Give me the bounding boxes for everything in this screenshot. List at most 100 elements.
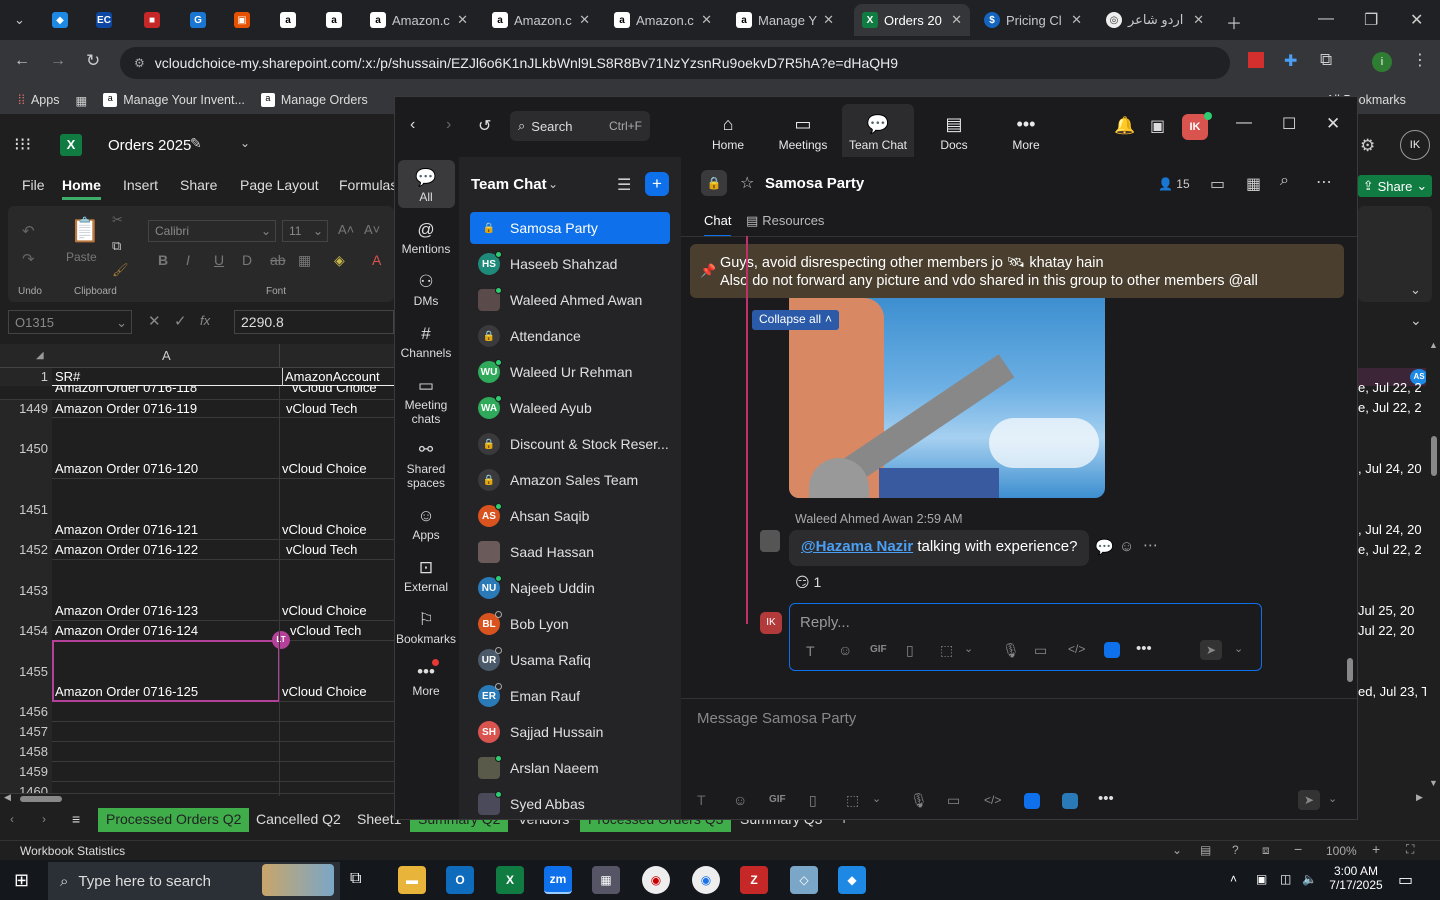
cell-order[interactable]: Amazon Order 0716-123 (55, 603, 279, 618)
volume-icon[interactable]: 🔈 (1302, 872, 1317, 886)
network-icon[interactable]: ▣ (1256, 872, 1267, 886)
bookmark-apps[interactable]: ⁞⁞ Apps (18, 93, 59, 107)
chat-title[interactable]: Samosa Party (765, 175, 864, 192)
cell-date[interactable]: Jul 25, 20 (1358, 603, 1414, 618)
close-window-icon[interactable]: ✕ (1410, 10, 1423, 30)
app-icon[interactable] (1062, 793, 1078, 809)
channel-item[interactable]: 🔒 Discount & Stock Reser... (470, 428, 670, 460)
channel-item[interactable]: AS Ahsan Saqib (470, 500, 670, 532)
rail-external[interactable]: ⊡ External (395, 558, 457, 594)
select-all-icon[interactable]: ◢ (36, 350, 44, 361)
cell-date[interactable]: e, Jul 22, 2 (1358, 400, 1422, 415)
microphone-icon[interactable]: 🎙 (1002, 642, 1020, 659)
filter-icon[interactable]: ☰ (617, 175, 631, 195)
tab-pinned[interactable]: a (318, 4, 352, 36)
site-info-icon[interactable]: ⚙ (134, 56, 145, 70)
redo-icon[interactable]: ↷ (22, 250, 35, 268)
cancel-formula-icon[interactable]: ✕ (148, 312, 161, 330)
scroll-right-icon[interactable]: ▶ (1416, 792, 1423, 803)
sender-avatar[interactable] (760, 530, 780, 552)
screenshot-icon[interactable]: ⬚ (940, 642, 953, 659)
task-view-icon[interactable]: ⧉ (350, 870, 361, 888)
sensitivity-icon[interactable]: ✎ (190, 135, 202, 152)
panel-title[interactable]: Team Chat (471, 176, 547, 193)
emoji-icon[interactable]: ☺ (838, 642, 852, 658)
video-clip-icon[interactable]: ▭ (947, 792, 960, 809)
rail-dms[interactable]: ⚇ DMs (395, 272, 457, 308)
close-icon[interactable]: ✕ (1193, 12, 1204, 28)
expand-formula-icon[interactable]: ⌄ (1410, 312, 1422, 329)
fullscreen-icon[interactable]: ⛶ (1406, 842, 1414, 857)
chevron-down-icon[interactable]: ⌄ (1410, 282, 1421, 298)
format-painter-icon[interactable]: 🖌 (112, 262, 129, 278)
channel-item[interactable]: SH Sajjad Hussain (470, 716, 670, 748)
scroll-thumb[interactable] (1431, 436, 1437, 476)
send-icon[interactable]: ➤ (1200, 640, 1222, 660)
chevron-down-icon[interactable]: ⌄ (1328, 792, 1337, 805)
chevron-down-icon[interactable]: ⌄ (1234, 642, 1243, 655)
close-icon[interactable]: ✕ (951, 12, 962, 28)
rail-channels[interactable]: # Channels (395, 324, 457, 360)
channel-item[interactable]: UR Usama Rafiq (470, 644, 670, 676)
channel-item[interactable]: 🔒 Samosa Party (470, 212, 670, 244)
vertical-scrollbar[interactable]: ▲ ▼ (1428, 340, 1440, 790)
ribbon-tab-share[interactable]: Share (180, 177, 217, 193)
calendar-icon[interactable]: ▦ (1246, 174, 1261, 194)
search-input[interactable]: ⌕ Search Ctrl+F (510, 111, 650, 141)
italic-icon[interactable]: I (186, 252, 190, 268)
font-size-select[interactable]: 11 ⌄ (282, 220, 328, 242)
underline-icon[interactable]: U (214, 252, 224, 268)
video-clip-icon[interactable]: ▭ (1034, 642, 1047, 659)
ribbon-tab-insert[interactable]: Insert (123, 177, 158, 193)
bell-icon[interactable]: 🔔 (1114, 116, 1135, 136)
header-cell-sr[interactable]: SR# (55, 368, 279, 386)
chevron-down-icon[interactable]: ⌄ (548, 177, 558, 191)
channel-item[interactable]: ER Eman Rauf (470, 680, 670, 712)
outlook-icon[interactable]: O (446, 866, 474, 894)
sheet-tab[interactable]: Processed Orders Q2 (98, 808, 250, 832)
chevron-down-icon[interactable]: ⌄ (964, 642, 973, 655)
rail-bookmarks[interactable]: ⚐ Bookmarks (395, 610, 457, 646)
restore-icon[interactable]: ❐ (1364, 10, 1378, 30)
cell-order[interactable]: Amazon Order 0716-122 (55, 540, 279, 560)
tab-urdu[interactable]: ◎ اردو شاعر ✕ (1098, 4, 1212, 36)
cell-account[interactable]: vCloud Choice (282, 603, 402, 618)
wifi-icon[interactable]: ◫ (1280, 872, 1291, 886)
app-launcher-icon[interactable]: ⁝⁝⁝ (14, 134, 31, 155)
tab-resources[interactable]: ▤ Resources (746, 213, 824, 229)
header-cell-account[interactable]: AmazonAccount (282, 368, 402, 386)
rail-shared-spaces[interactable]: ⚯ Shared spaces (395, 440, 457, 490)
collapse-all-button[interactable]: Collapse all ˄ (752, 310, 840, 330)
app-icon[interactable] (1024, 793, 1040, 809)
ribbon-tab-page-layout[interactable]: Page Layout (240, 177, 319, 193)
account-avatar[interactable]: IK (1400, 130, 1430, 160)
grow-font-icon[interactable]: A˄ (338, 222, 354, 237)
ribbon-tab-file[interactable]: File (22, 177, 45, 193)
app-icon[interactable]: ◆ (838, 866, 866, 894)
pinned-message[interactable]: 📌 Guys, avoid disrespecting other member… (690, 244, 1344, 298)
chevron-down-icon[interactable]: ⌄ (1172, 843, 1182, 857)
cell-date[interactable]: e, Jul 22, 2 (1358, 542, 1422, 557)
forward-icon[interactable]: → (50, 52, 66, 70)
copy-icon[interactable]: ⧉ (112, 238, 121, 254)
channel-item[interactable]: WA Waleed Ayub (470, 392, 670, 424)
url-text[interactable]: vcloudchoice-my.sharepoint.com/:x:/p/shu… (155, 55, 898, 71)
column-header-a[interactable]: A (162, 348, 171, 363)
cell-account[interactable]: vCloud Choice (282, 386, 400, 395)
sender-name[interactable]: Waleed Ahmed Awan (795, 512, 913, 526)
channel-item[interactable]: Saad Hassan (470, 536, 670, 568)
double-underline-icon[interactable]: D (242, 252, 252, 268)
view-icon[interactable]: ⧈ (1262, 843, 1270, 858)
zoom-out-icon[interactable]: − (1294, 841, 1302, 857)
emoji-icon[interactable]: ☺ (733, 792, 747, 808)
more-icon[interactable]: ••• (1098, 790, 1114, 807)
menu-icon[interactable]: ⋮ (1412, 50, 1428, 70)
app-icon[interactable] (1104, 642, 1120, 658)
more-icon[interactable]: ⋯ (1316, 172, 1332, 192)
cell-order[interactable]: Amazon Order 0716-120 (55, 461, 279, 476)
nav-docs[interactable]: ▤ Docs (926, 114, 982, 152)
sheet-list-icon[interactable]: ≡ (72, 811, 80, 827)
video-icon[interactable]: ▭ (1210, 174, 1225, 194)
close-icon[interactable]: ✕ (701, 12, 712, 28)
cell-account[interactable]: vCloud Choice (282, 684, 402, 699)
